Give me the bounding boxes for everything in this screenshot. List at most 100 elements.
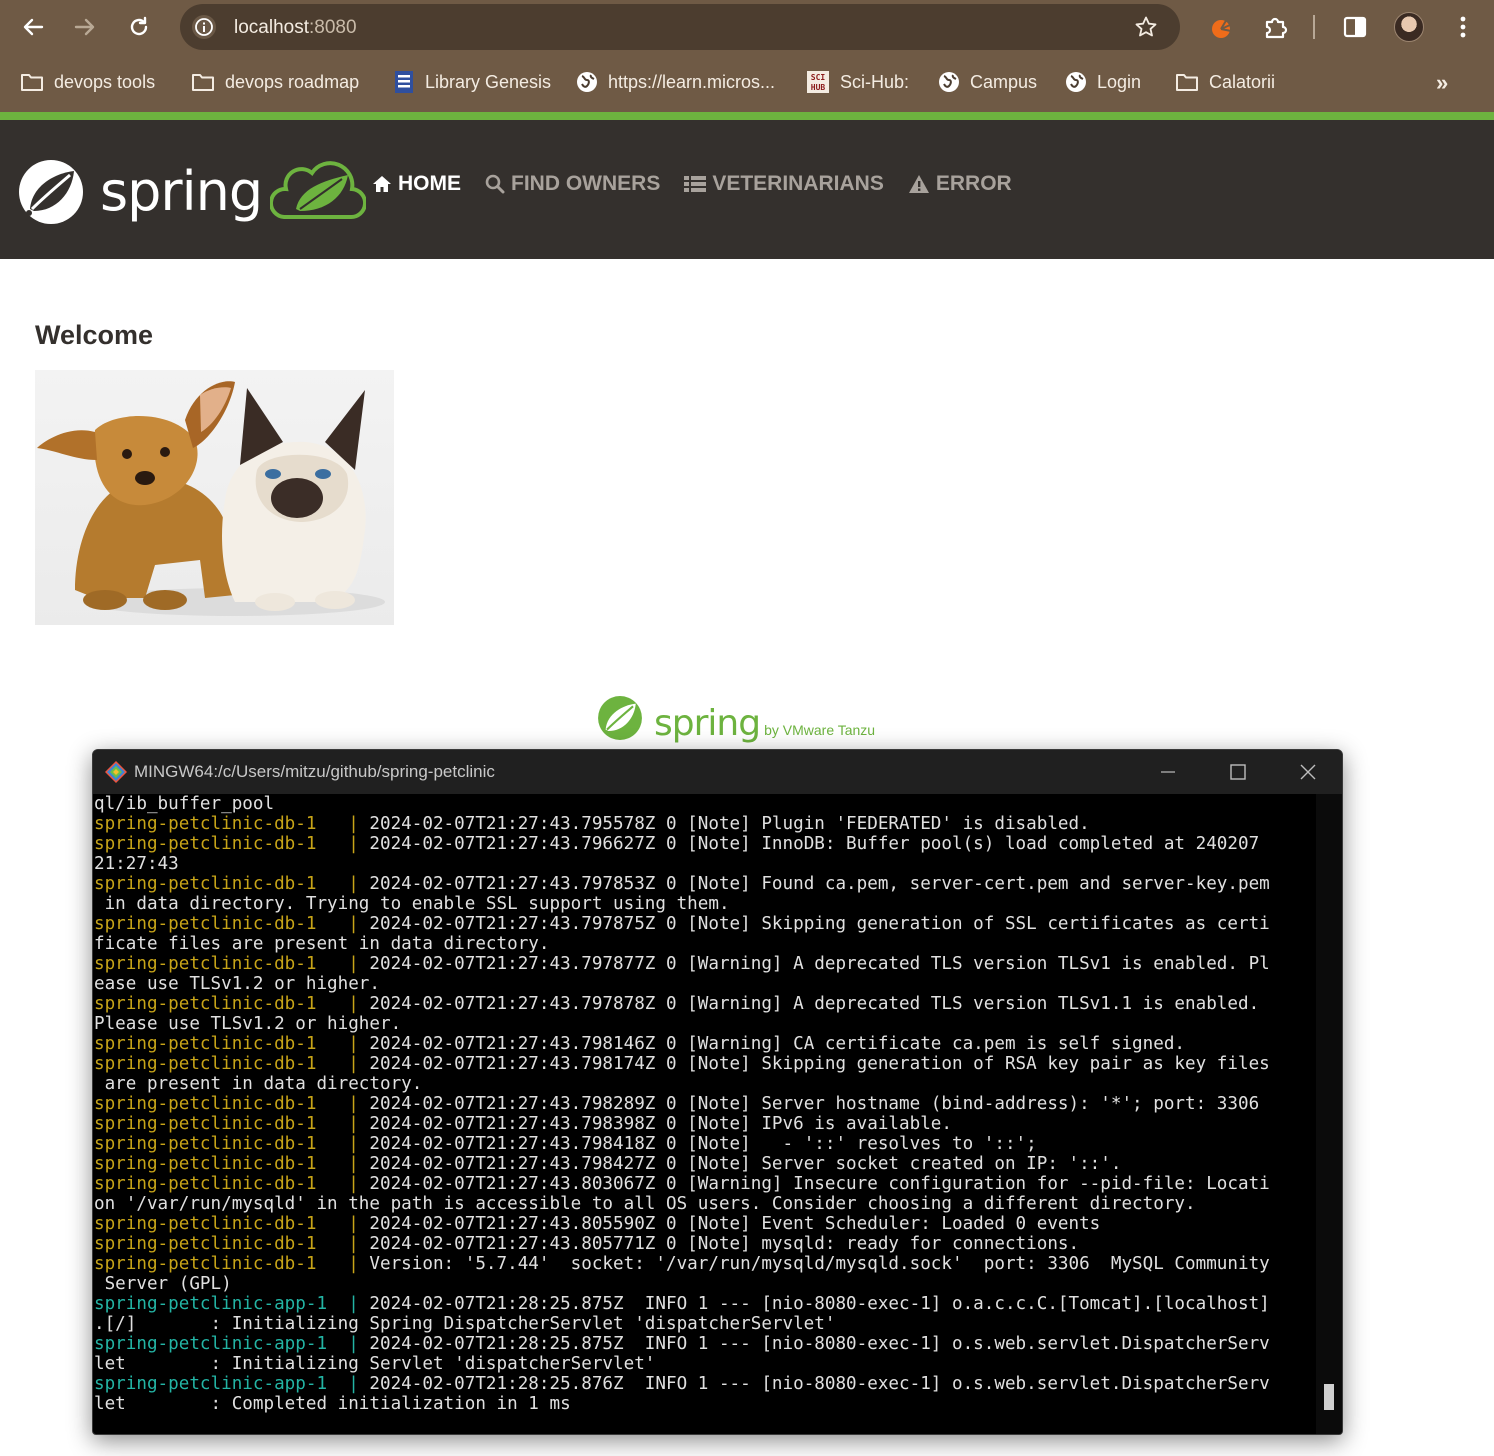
terminal-line: spring-petclinic-db-1 | 2024-02-07T21:27… xyxy=(94,1094,1316,1114)
folder-icon xyxy=(21,74,43,91)
bookmark-star-icon[interactable] xyxy=(1134,15,1158,44)
terminal-line: ql/ib_buffer_pool xyxy=(94,794,275,814)
container-prefix: spring-petclinic-db-1 | xyxy=(94,1094,359,1114)
log-message: 2024-02-07T21:28:25.875Z INFO 1 --- [nio… xyxy=(358,1334,1270,1354)
spring-leaf-icon xyxy=(19,160,83,224)
footer-by-text: by VMware Tanzu xyxy=(764,722,876,738)
bookmark-sci-hub[interactable]: SCI HUB Sci-Hub: xyxy=(806,68,909,96)
bookmark-label: Campus xyxy=(970,71,1038,92)
container-prefix: spring-petclinic-db-1 | xyxy=(94,1054,359,1074)
terminal-line: spring-petclinic-app-1 | 2024-02-07T21:2… xyxy=(94,1294,1316,1314)
terminal-line: spring-petclinic-db-1 | 2024-02-07T21:27… xyxy=(94,1034,1316,1054)
maximize-button[interactable] xyxy=(1203,750,1273,794)
log-message: 2024-02-07T21:27:43.797877Z 0 [Warning] … xyxy=(358,954,1270,974)
search-icon xyxy=(485,174,505,194)
extensions-puzzle-icon[interactable] xyxy=(1258,10,1292,44)
brand-word: spring xyxy=(100,160,263,223)
bookmark-label: Login xyxy=(1097,71,1142,92)
terminal-line: Server (GPL) xyxy=(94,1274,232,1294)
bookmark-login[interactable]: Login xyxy=(1065,68,1141,96)
terminal-line: .[/] : Initializing Spring DispatcherSer… xyxy=(94,1314,836,1334)
terminal-line: spring-petclinic-db-1 | 2024-02-07T21:27… xyxy=(94,994,1316,1014)
bookmark-devops-roadmap[interactable]: devops roadmap xyxy=(191,68,359,96)
top-accent-bar xyxy=(0,112,1494,120)
warning-icon xyxy=(908,175,929,193)
terminal-output[interactable]: ql/ib_buffer_pool spring-petclinic-db-1 |… xyxy=(94,794,1316,1434)
terminal-line: spring-petclinic-db-1 | 2024-02-07T21:27… xyxy=(94,954,1316,974)
pets-image xyxy=(35,370,394,625)
browser-menu-icon[interactable] xyxy=(1446,10,1480,44)
address-bar[interactable]: localhost:8080 xyxy=(180,4,1180,50)
terminal-line: in data directory. Trying to enable SSL … xyxy=(94,894,730,914)
url-text: localhost:8080 xyxy=(234,17,357,39)
main-nav: Home Find owners Veterinarians Error xyxy=(372,172,1012,196)
extension-icon[interactable] xyxy=(1204,10,1238,44)
container-prefix: spring-petclinic-app-1 | xyxy=(94,1294,359,1314)
terminal-title: MINGW64:/c/Users/mitzu/github/spring-pet… xyxy=(134,762,495,781)
log-message: 2024-02-07T21:27:43.803067Z 0 [Warning] … xyxy=(358,1174,1270,1194)
terminal-line: are present in data directory. xyxy=(94,1074,423,1094)
reload-button[interactable] xyxy=(120,8,158,46)
nav-home[interactable]: Home xyxy=(372,172,461,196)
container-prefix: spring-petclinic-db-1 | xyxy=(94,914,359,934)
log-message: 2024-02-07T21:27:43.797853Z 0 [Note] Fou… xyxy=(358,874,1270,894)
spring-logo[interactable]: spring xyxy=(16,156,367,228)
back-button[interactable] xyxy=(14,8,52,46)
container-prefix: spring-petclinic-db-1 | xyxy=(94,1134,359,1154)
nav-find-owners[interactable]: Find owners xyxy=(485,172,660,196)
terminal-line: spring-petclinic-db-1 | 2024-02-07T21:27… xyxy=(94,1234,1316,1254)
profile-avatar[interactable] xyxy=(1394,12,1424,42)
terminal-line: spring-petclinic-db-1 | 2024-02-07T21:27… xyxy=(94,1114,1316,1134)
log-message: 2024-02-07T21:27:43.797878Z 0 [Warning] … xyxy=(358,994,1260,1014)
log-message: 2024-02-07T21:28:25.875Z INFO 1 --- [nio… xyxy=(358,1294,1270,1314)
nav-error[interactable]: Error xyxy=(908,172,1012,196)
reload-icon xyxy=(130,16,148,36)
container-prefix: spring-petclinic-db-1 | xyxy=(94,994,359,1014)
terminal-line: spring-petclinic-db-1 | 2024-02-07T21:27… xyxy=(94,1214,1316,1234)
log-message: 2024-02-07T21:27:43.798418Z 0 [Note] - '… xyxy=(358,1134,1037,1154)
bookmark-calatorii[interactable]: Calatorii xyxy=(1175,68,1275,96)
log-message: 2024-02-07T21:27:43.798427Z 0 [Note] Ser… xyxy=(358,1154,1122,1174)
terminal-titlebar[interactable]: MINGW64:/c/Users/mitzu/github/spring-pet… xyxy=(93,750,1342,794)
bookmark-devops-tools[interactable]: devops tools xyxy=(20,68,155,96)
terminal-line: spring-petclinic-db-1 | 2024-02-07T21:27… xyxy=(94,914,1316,934)
close-icon xyxy=(1300,764,1316,780)
list-icon xyxy=(684,176,707,192)
footer-spring-logo[interactable]: spring by VMware Tanzu xyxy=(596,694,875,742)
spring-leaf-icon xyxy=(598,696,642,740)
more-bookmarks-button[interactable]: » xyxy=(1436,70,1448,96)
folder-icon xyxy=(1176,74,1198,91)
bookmark-learn-microsoft[interactable]: https://learn.micros... xyxy=(576,68,775,96)
terminal-line: Please use TLSv1.2 or higher. xyxy=(94,1014,402,1034)
forward-button[interactable] xyxy=(66,8,104,46)
container-prefix: spring-petclinic-db-1 | xyxy=(94,1154,359,1174)
home-icon xyxy=(373,176,391,192)
browser-toolbar: localhost:8080 xyxy=(0,0,1494,54)
scrollbar-thumb[interactable] xyxy=(1324,1384,1334,1410)
terminal-window[interactable]: MINGW64:/c/Users/mitzu/github/spring-pet… xyxy=(92,749,1343,1435)
bookmark-campus[interactable]: Campus xyxy=(938,68,1037,96)
side-panel-icon[interactable] xyxy=(1338,10,1372,44)
bookmark-label: devops roadmap xyxy=(225,71,360,92)
svg-text:HUB: HUB xyxy=(811,83,826,92)
container-prefix: spring-petclinic-app-1 | xyxy=(94,1374,359,1394)
site-info-icon[interactable] xyxy=(192,15,216,39)
log-message: 2024-02-07T21:27:43.797875Z 0 [Note] Ski… xyxy=(358,914,1270,934)
terminal-scrollbar[interactable] xyxy=(1316,794,1342,1434)
container-prefix: spring-petclinic-db-1 | xyxy=(94,1174,359,1194)
container-prefix: spring-petclinic-db-1 | xyxy=(94,1234,359,1254)
container-prefix: spring-petclinic-db-1 | xyxy=(94,954,359,974)
terminal-line: 21:27:43 xyxy=(94,854,179,874)
bookmark-label: devops tools xyxy=(54,71,156,92)
nav-label: Veterinarians xyxy=(712,172,884,195)
nav-veterinarians[interactable]: Veterinarians xyxy=(684,172,884,196)
bookmark-library-genesis[interactable]: Library Genesis xyxy=(393,68,551,96)
close-button[interactable] xyxy=(1273,750,1342,794)
container-prefix: spring-petclinic-db-1 | xyxy=(94,1114,359,1134)
log-message: 2024-02-07T21:27:43.798398Z 0 [Note] IPv… xyxy=(358,1114,952,1134)
nav-label: Home xyxy=(398,172,461,195)
footer-brand-word: spring xyxy=(654,703,761,744)
minimize-button[interactable] xyxy=(1133,750,1203,794)
bookmark-label: Calatorii xyxy=(1209,71,1276,92)
log-message: 2024-02-07T21:27:43.805771Z 0 [Note] mys… xyxy=(358,1234,1080,1254)
